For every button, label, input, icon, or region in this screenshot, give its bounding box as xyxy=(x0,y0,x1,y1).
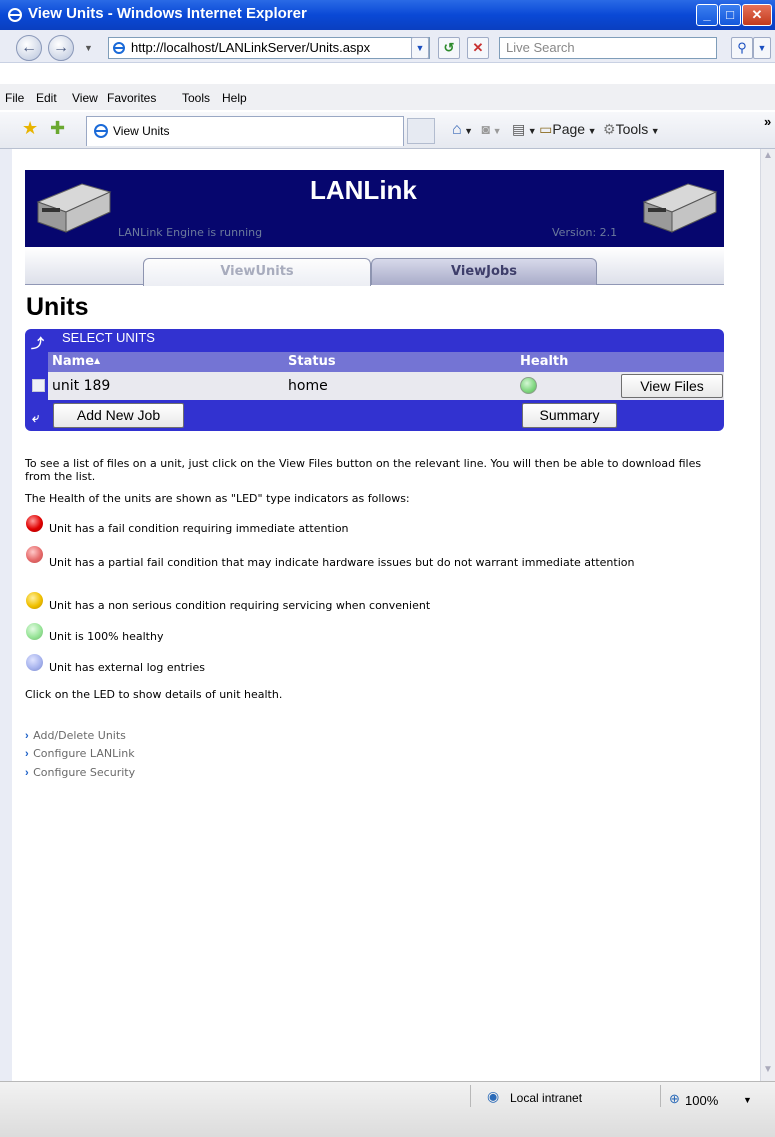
led-yellow-icon xyxy=(26,592,43,609)
chevron-right-icon: › xyxy=(25,767,29,779)
sort-ascending-icon: ▲ xyxy=(94,356,101,365)
add-favorites-icon[interactable]: ✚ xyxy=(50,118,65,139)
search-icon[interactable]: ⚲ xyxy=(731,37,753,59)
stop-icon[interactable]: ✕ xyxy=(467,37,489,59)
feeds-icon[interactable]: ◙ xyxy=(482,121,490,137)
history-dropdown-icon[interactable]: ▼ xyxy=(84,43,93,53)
click-hint: Click on the LED to show details of unit… xyxy=(25,688,283,701)
led-green-icon xyxy=(26,623,43,640)
favorites-star-icon[interactable]: ★ xyxy=(22,118,38,139)
menu-help[interactable]: Help xyxy=(222,91,247,105)
device-right-icon xyxy=(642,183,718,233)
menu-edit[interactable]: Edit xyxy=(36,91,57,105)
new-tab-button[interactable] xyxy=(407,118,435,144)
version-label: Version: 2.1 xyxy=(552,226,618,239)
grid-header xyxy=(48,352,724,372)
scroll-up-icon[interactable]: ▲ xyxy=(761,150,775,164)
ie-logo-icon xyxy=(8,8,22,22)
minimize-button[interactable]: _ xyxy=(696,4,718,26)
window-left-border xyxy=(0,149,12,1081)
legend-fail: Unit has a fail condition requiring imme… xyxy=(49,522,349,535)
toolbar-overflow-icon[interactable]: » xyxy=(764,114,771,129)
unit-status-cell: home xyxy=(288,378,328,394)
window-title: View Units - Windows Internet Explorer xyxy=(28,5,307,22)
tab-viewunits[interactable]: ViewUnits xyxy=(143,258,371,286)
home-icon[interactable]: ⌂ xyxy=(452,121,462,138)
maximize-button[interactable]: □ xyxy=(719,4,741,26)
zoom-icon: ⊕ xyxy=(669,1091,680,1106)
engine-status: LANLink Engine is running xyxy=(118,226,263,239)
legend-service: Unit has a non serious condition requiri… xyxy=(49,599,431,612)
link-configure-lanlink[interactable]: › Configure LANLink xyxy=(25,744,135,762)
print-icon[interactable]: ▤ xyxy=(512,121,525,137)
page-icon xyxy=(113,42,125,54)
help-intro: To see a list of files on a unit, just c… xyxy=(25,457,702,483)
row-select-checkbox[interactable] xyxy=(32,379,45,392)
close-button[interactable]: ✕ xyxy=(742,4,772,26)
link-configure-security[interactable]: › Configure Security xyxy=(25,763,135,781)
address-input[interactable]: http://localhost/LANLinkServer/Units.asp… xyxy=(108,37,430,59)
address-dropdown-icon[interactable]: ▼ xyxy=(411,37,429,59)
browser-tab[interactable]: View Units xyxy=(86,116,404,146)
menu-favorites[interactable]: Favorites xyxy=(107,91,156,105)
status-separator xyxy=(660,1085,661,1107)
zoom-level[interactable]: 100% xyxy=(685,1093,718,1108)
page-menu[interactable]: Page xyxy=(552,121,585,137)
link-add-delete-units[interactable]: › Add/Delete Units xyxy=(25,726,126,744)
column-header-name[interactable]: Name▲ xyxy=(52,354,100,369)
vertical-scrollbar[interactable] xyxy=(760,149,775,1081)
view-files-button[interactable]: View Files xyxy=(621,374,723,398)
search-input[interactable]: Live Search xyxy=(499,37,717,59)
page-title: Units xyxy=(26,293,89,321)
health-led-green-icon[interactable] xyxy=(520,377,537,394)
tools-menu[interactable]: Tools xyxy=(616,121,649,137)
legend-healthy: Unit is 100% healthy xyxy=(49,630,164,643)
led-red-icon xyxy=(26,515,43,532)
unit-name-cell: unit 189 xyxy=(52,378,111,394)
feeds-dropdown-icon[interactable]: ▼ xyxy=(490,126,504,136)
tools-gear-icon: ⚙ xyxy=(603,121,616,137)
forward-button[interactable]: → xyxy=(48,35,74,61)
tools-dropdown-icon[interactable]: ▼ xyxy=(648,126,660,136)
led-blue-icon xyxy=(26,654,43,671)
page-menu-icon: ▭ xyxy=(539,121,553,137)
intranet-globe-icon: ◉ xyxy=(487,1088,500,1104)
column-header-health[interactable]: Health xyxy=(520,354,568,369)
scroll-down-icon[interactable]: ▼ xyxy=(761,1064,775,1078)
summary-button[interactable]: Summary xyxy=(522,403,617,428)
menu-view[interactable]: View xyxy=(72,91,98,105)
column-header-status[interactable]: Status xyxy=(288,354,336,369)
legend-partial: Unit has a partial fail condition that m… xyxy=(49,556,635,569)
back-button[interactable]: ← xyxy=(16,35,42,61)
tab-ie-icon xyxy=(94,124,108,138)
tab-viewjobs[interactable]: ViewJobs xyxy=(371,258,597,285)
search-options-icon[interactable]: ▼ xyxy=(753,37,771,59)
legend-intro: The Health of the units are shown as "LE… xyxy=(25,492,410,505)
legend-log: Unit has external log entries xyxy=(49,661,205,674)
chevron-right-icon: › xyxy=(25,748,29,760)
add-new-job-button[interactable]: Add New Job xyxy=(53,403,184,428)
footer-arrow-icon: ⤶ xyxy=(32,410,40,425)
zoom-dropdown-icon[interactable]: ▼ xyxy=(743,1095,752,1105)
security-zone: Local intranet xyxy=(510,1091,583,1105)
status-separator xyxy=(470,1085,471,1107)
print-dropdown-icon[interactable]: ▼ xyxy=(525,126,539,136)
device-left-icon xyxy=(36,183,112,233)
select-all-arrow-icon[interactable]: ⤴ xyxy=(31,333,44,352)
menu-file[interactable]: File xyxy=(5,91,24,105)
menu-tools[interactable]: Tools xyxy=(182,91,210,105)
page-dropdown-icon[interactable]: ▼ xyxy=(585,126,599,136)
chevron-right-icon: › xyxy=(25,730,29,742)
grid-caption: SELECT UNITS xyxy=(62,330,155,345)
status-bar xyxy=(0,1081,775,1137)
home-dropdown-icon[interactable]: ▼ xyxy=(462,126,476,136)
app-title: LANLink xyxy=(310,175,417,205)
refresh-icon[interactable]: ↺ xyxy=(438,37,460,59)
menu-bar: File Edit View Favorites Tools Help xyxy=(0,84,775,110)
